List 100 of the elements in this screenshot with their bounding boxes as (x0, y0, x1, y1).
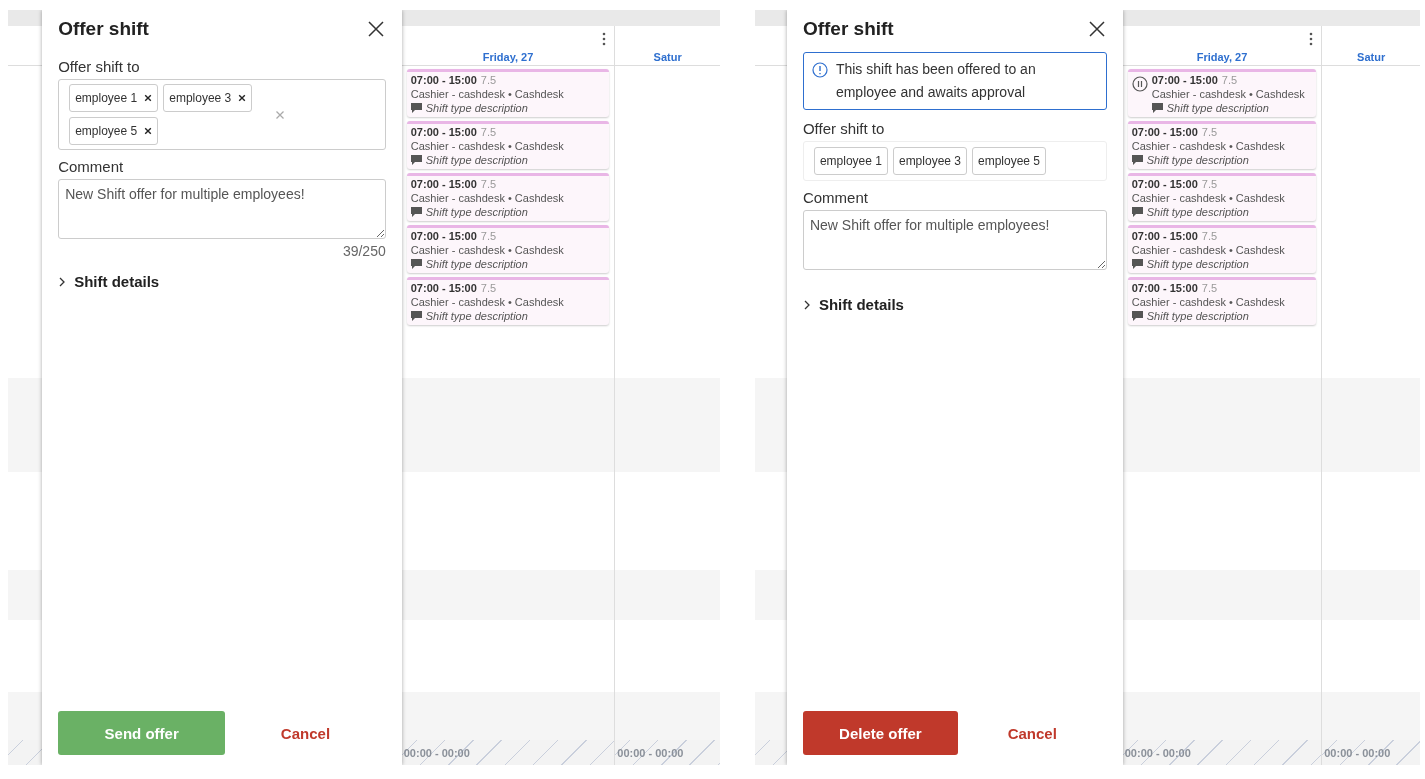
shift-role: Cashier - cashdesk • Cashdesk (1131, 140, 1285, 152)
shift-role: Cashier - cashdesk • Cashdesk (1151, 88, 1305, 100)
shift-hours: 7.5 (1201, 282, 1218, 294)
field-label: Comment (802, 189, 869, 206)
shift-role: Cashier - cashdesk • Cashdesk (1131, 192, 1285, 204)
shift-time: 07:00 - 15:00 (410, 74, 477, 86)
shift-role: Cashier - cashdesk • Cashdesk (410, 140, 564, 152)
comment-icon (1131, 311, 1143, 321)
close-button[interactable] (365, 19, 386, 39)
recipient-chip: employee 5 (69, 117, 159, 145)
day-header: Satur (653, 51, 682, 63)
shift-time: 07:00 - 15:00 (1131, 178, 1198, 190)
shift-card[interactable]: 07:00 - 15:00 7.5 Cashier - cashdesk • Cashdesk Shift type description (406, 173, 610, 221)
shift-time: 07:00 - 15:00 (410, 230, 477, 242)
shift-details-toggle[interactable]: Shift details (58, 273, 160, 290)
shift-time: 07:00 - 15:00 (410, 126, 477, 138)
cancel-button[interactable]: Cancel (225, 723, 386, 743)
remove-icon[interactable] (238, 94, 247, 102)
shift-description: Shift type description (1146, 310, 1249, 322)
delete-offer-button[interactable]: Delete offer (802, 711, 958, 755)
day-header: Friday, 27 (482, 51, 534, 63)
shift-time: 07:00 - 15:00 (1131, 282, 1198, 294)
recipient-chip: employee 3 (163, 84, 253, 112)
shift-hours: 7.5 (1201, 178, 1218, 190)
shift-hours: 7.5 (480, 126, 497, 138)
footer-time: 00:00 - 00:00 (1324, 746, 1391, 759)
shift-hours: 7.5 (480, 230, 497, 242)
shift-description: Shift type description (425, 258, 528, 270)
recipient-chip: employee 5 (972, 147, 1047, 175)
comment-icon (1131, 155, 1143, 165)
close-button[interactable] (1086, 19, 1107, 39)
recipients-field[interactable]: employee 1 employee 3 employee 5 (58, 79, 386, 150)
more-icon[interactable] (602, 32, 607, 46)
footer-time: 00:00 - 00:00 (617, 746, 684, 759)
shift-description: Shift type description (425, 102, 528, 114)
comment-field[interactable]: New Shift offer for multiple employees! (802, 210, 1107, 270)
comment-icon (1131, 207, 1143, 217)
chevron-icon (58, 276, 67, 287)
recipients-field[interactable]: employee 1 employee 3 employee 5 (802, 141, 1107, 181)
recipient-chip: employee 1 (813, 147, 888, 175)
info-icon (811, 62, 828, 78)
cancel-button[interactable]: Cancel (957, 723, 1107, 743)
shift-hours: 7.5 (480, 178, 497, 190)
shift-card[interactable]: 07:00 - 15:00 7.5 Cashier - cashdesk • Cashdesk Shift type description (1127, 277, 1317, 325)
shift-description: Shift type description (425, 206, 528, 218)
shift-card[interactable]: 07:00 - 15:00 7.5 Cashier - cashdesk • Cashdesk Shift type description (1127, 173, 1317, 221)
shift-description: Shift type description (425, 310, 528, 322)
shift-card[interactable]: 07:00 - 15:00 7.5 Cashier - cashdesk • Cashdesk Shift type description (406, 225, 610, 273)
recipient-chip: employee 1 (69, 84, 159, 112)
more-icon[interactable] (1309, 32, 1314, 46)
comment-icon (1131, 259, 1143, 269)
remove-icon[interactable] (144, 127, 153, 135)
dialog-title: Offer shift (802, 18, 894, 40)
day-header: Satur (1357, 51, 1386, 63)
shift-role: Cashier - cashdesk • Cashdesk (410, 296, 564, 308)
shift-role: Cashier - cashdesk • Cashdesk (1131, 296, 1285, 308)
shift-hours: 7.5 (480, 74, 497, 86)
footer-time: 00:00 - 00:00 (403, 746, 470, 759)
shift-description: Shift type description (1146, 258, 1249, 270)
shift-details-toggle[interactable]: Shift details (802, 296, 904, 313)
field-label: Offer shift to (802, 120, 886, 137)
comment-field[interactable]: New Shift offer for multiple employees! (58, 179, 386, 239)
dialog-title: Offer shift (58, 18, 149, 40)
shift-card[interactable]: 07:00 - 15:00 7.5 Cashier - cashdesk • Cashdesk Shift type description (1127, 69, 1317, 117)
chevron-icon (802, 299, 811, 310)
field-label: Comment (58, 158, 125, 175)
comment-icon (410, 103, 422, 113)
remove-icon[interactable] (144, 94, 153, 102)
notice-text: This shift has been offered to an employee and awaits approval (835, 60, 1037, 102)
shift-description: Shift type description (1146, 154, 1249, 166)
footer-time: 00:00 - 00:00 (1124, 746, 1191, 759)
shift-card[interactable]: 07:00 - 15:00 7.5 Cashier - cashdesk • Cashdesk Shift type description (1127, 121, 1317, 169)
comment-icon (1151, 103, 1163, 113)
shift-time: 07:00 - 15:00 (1131, 230, 1198, 242)
shift-card[interactable]: 07:00 - 15:00 7.5 Cashier - cashdesk • Cashdesk Shift type description (406, 121, 610, 169)
field-label: Offer shift to (58, 58, 141, 75)
shift-hours: 7.5 (1201, 126, 1218, 138)
shift-role: Cashier - cashdesk • Cashdesk (410, 244, 564, 256)
recipient-chip: employee 3 (892, 147, 967, 175)
comment-icon (410, 207, 422, 217)
shift-time: 07:00 - 15:00 (410, 178, 477, 190)
shift-hours: 7.5 (1201, 230, 1218, 242)
shift-card[interactable]: 07:00 - 15:00 7.5 Cashier - cashdesk • Cashdesk Shift type description (1127, 225, 1317, 273)
shift-role: Cashier - cashdesk • Cashdesk (1131, 244, 1285, 256)
day-header: Friday, 27 (1196, 51, 1248, 63)
shift-hours: 7.5 (480, 282, 497, 294)
comment-icon (410, 259, 422, 269)
shift-description: Shift type description (1146, 206, 1249, 218)
comment-icon (410, 311, 422, 321)
character-count: 39/250 (342, 243, 386, 259)
shift-description: Shift type description (1166, 102, 1269, 114)
shift-role: Cashier - cashdesk • Cashdesk (410, 88, 564, 100)
shift-card[interactable]: 07:00 - 15:00 7.5 Cashier - cashdesk • Cashdesk Shift type description (406, 277, 610, 325)
comment-icon (410, 155, 422, 165)
shift-card[interactable]: 07:00 - 15:00 7.5 Cashier - cashdesk • Cashdesk Shift type description (406, 69, 610, 117)
shift-description: Shift type description (425, 154, 528, 166)
shift-hours: 7.5 (1221, 74, 1238, 86)
shift-role: Cashier - cashdesk • Cashdesk (410, 192, 564, 204)
shift-time: 07:00 - 15:00 (1151, 74, 1218, 86)
shift-time: 07:00 - 15:00 (410, 282, 477, 294)
